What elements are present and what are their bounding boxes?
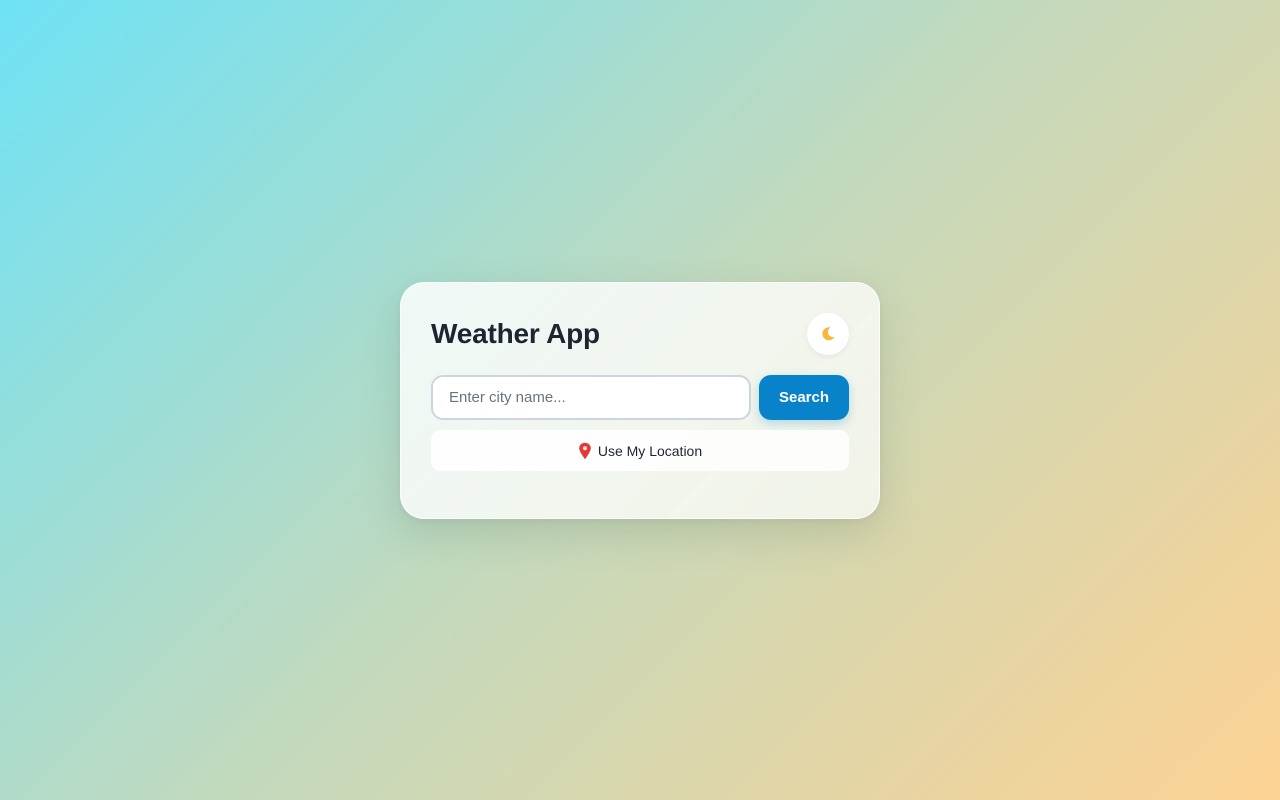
search-button[interactable]: Search (759, 375, 849, 420)
theme-toggle-button[interactable] (807, 313, 849, 355)
card-header: Weather App (431, 313, 849, 355)
use-location-label: Use My Location (597, 442, 703, 459)
search-row: Search (431, 375, 849, 420)
weather-card: Weather App Search Use My Location (400, 282, 880, 519)
app-title: Weather App (431, 318, 600, 349)
moon-icon (820, 326, 836, 342)
city-search-input[interactable] (431, 375, 751, 420)
map-pin-icon (578, 442, 592, 460)
use-location-button[interactable]: Use My Location (431, 430, 849, 471)
